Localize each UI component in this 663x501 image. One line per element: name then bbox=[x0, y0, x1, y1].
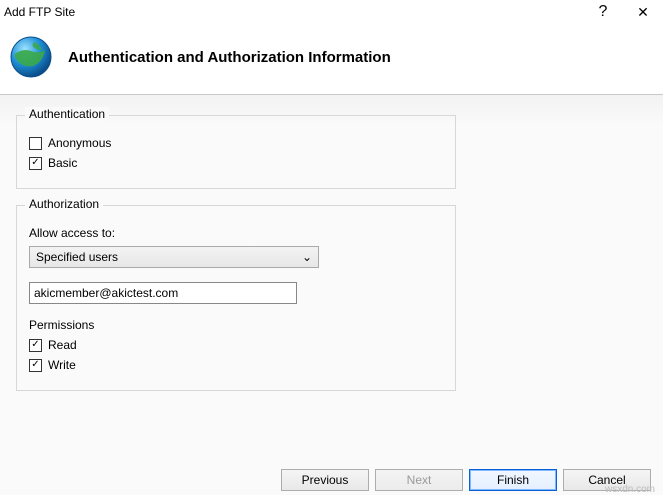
previous-button[interactable]: Previous bbox=[281, 469, 369, 491]
chevron-down-icon: ⌄ bbox=[302, 250, 312, 264]
globe-icon bbox=[8, 34, 54, 80]
next-button: Next bbox=[375, 469, 463, 491]
authentication-legend: Authentication bbox=[25, 107, 109, 121]
basic-checkbox[interactable]: ✓ bbox=[29, 157, 42, 170]
write-checkbox[interactable]: ✓ bbox=[29, 359, 42, 372]
basic-checkbox-row[interactable]: ✓ Basic bbox=[29, 156, 443, 170]
close-button[interactable]: ✕ bbox=[623, 0, 663, 24]
anonymous-checkbox[interactable] bbox=[29, 137, 42, 150]
watermark: wsxdn.com bbox=[605, 484, 655, 495]
allow-access-select[interactable]: Specified users ⌄ bbox=[29, 246, 319, 268]
page-title: Authentication and Authorization Informa… bbox=[68, 49, 391, 66]
user-input[interactable]: akicmember@akictest.com bbox=[29, 282, 297, 304]
write-checkbox-row[interactable]: ✓ Write bbox=[29, 358, 443, 372]
basic-label: Basic bbox=[48, 156, 77, 170]
authorization-legend: Authorization bbox=[25, 197, 103, 211]
write-label: Write bbox=[48, 358, 76, 372]
read-checkbox-row[interactable]: ✓ Read bbox=[29, 338, 443, 352]
anonymous-checkbox-row[interactable]: Anonymous bbox=[29, 136, 443, 150]
permissions-label: Permissions bbox=[29, 318, 443, 332]
wizard-header: Authentication and Authorization Informa… bbox=[0, 24, 663, 95]
titlebar: Add FTP Site ? ✕ bbox=[0, 0, 663, 24]
window-title: Add FTP Site bbox=[4, 5, 583, 19]
finish-button[interactable]: Finish bbox=[469, 469, 557, 491]
wizard-content: Authentication Anonymous ✓ Basic Authori… bbox=[0, 95, 663, 495]
help-button[interactable]: ? bbox=[583, 0, 623, 24]
wizard-buttons: Previous Next Finish Cancel bbox=[281, 469, 651, 491]
user-input-value: akicmember@akictest.com bbox=[34, 286, 178, 300]
authentication-group: Authentication Anonymous ✓ Basic bbox=[16, 115, 456, 189]
help-icon: ? bbox=[599, 3, 608, 21]
close-icon: ✕ bbox=[637, 4, 649, 21]
read-label: Read bbox=[48, 338, 77, 352]
allow-access-label: Allow access to: bbox=[29, 226, 443, 240]
allow-access-value: Specified users bbox=[36, 250, 118, 264]
authorization-group: Authorization Allow access to: Specified… bbox=[16, 205, 456, 391]
read-checkbox[interactable]: ✓ bbox=[29, 339, 42, 352]
anonymous-label: Anonymous bbox=[48, 136, 111, 150]
